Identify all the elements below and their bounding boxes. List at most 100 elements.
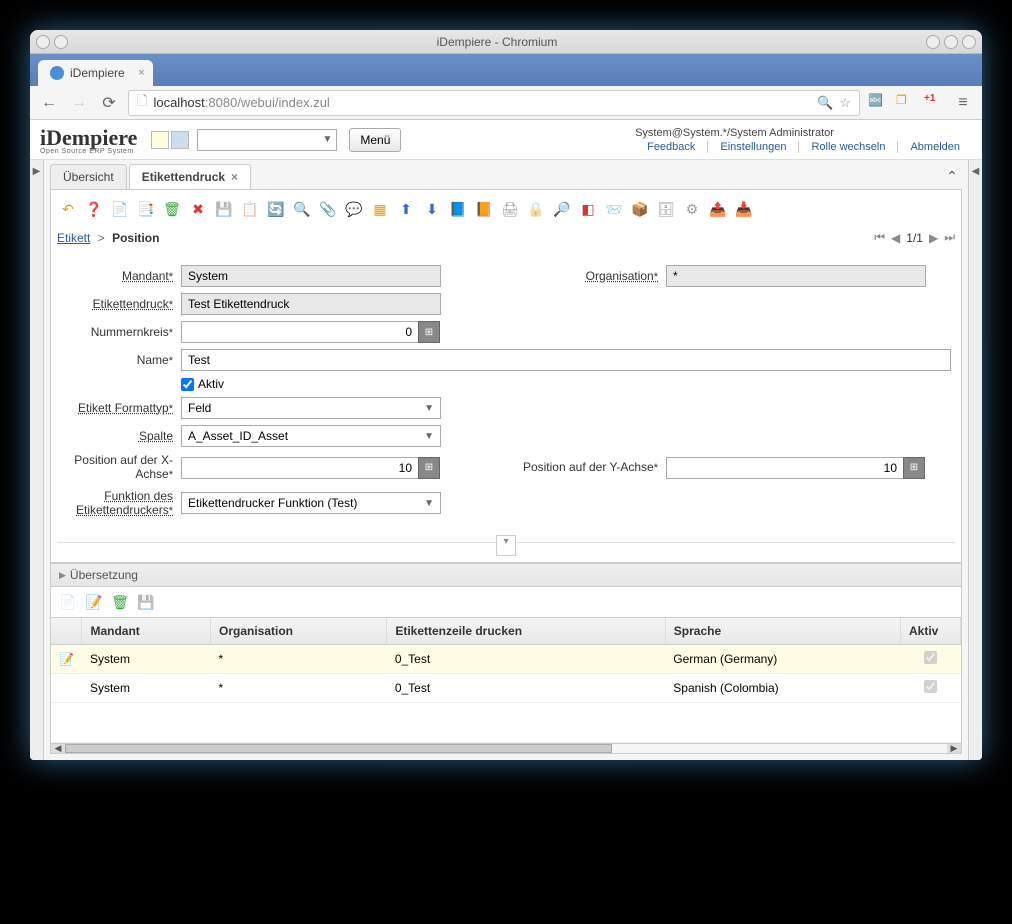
translate-extension-icon[interactable]: 🔤 xyxy=(868,93,888,113)
delete-icon[interactable]: 🗑 xyxy=(161,198,183,220)
tab-etikettendruck[interactable]: Etikettendruck× xyxy=(129,164,251,189)
requests-icon[interactable]: 📨 xyxy=(603,198,625,220)
grid-toggle-icon[interactable]: ▦ xyxy=(369,198,391,220)
browser-menu-icon[interactable]: ≡ xyxy=(952,92,974,114)
undo-icon[interactable]: ↶ xyxy=(57,198,79,220)
import-icon[interactable]: 📥 xyxy=(733,198,755,220)
field-posx[interactable] xyxy=(181,457,419,479)
archive-icon[interactable]: 📙 xyxy=(473,198,495,220)
find-icon[interactable]: 🔍 xyxy=(291,198,313,220)
sub-save-icon[interactable]: 💾 xyxy=(135,591,157,613)
first-record-icon[interactable]: ⏮ xyxy=(874,230,885,245)
prev-record-icon[interactable]: ◀ xyxy=(891,231,900,245)
menu-button[interactable]: Menü xyxy=(349,128,401,152)
collapse-tabs-icon[interactable]: ⌃ xyxy=(942,168,962,185)
active-workflow-icon[interactable]: ◧ xyxy=(577,198,599,220)
breadcrumb-root[interactable]: Etikett xyxy=(57,231,90,245)
close-tab-icon[interactable]: × xyxy=(231,170,238,184)
sub-edit-icon[interactable]: 📝 xyxy=(83,591,105,613)
window-menu-icon[interactable] xyxy=(36,35,50,49)
back-button[interactable]: ← xyxy=(38,92,60,114)
sub-delete-icon[interactable]: 🗑 xyxy=(109,591,131,613)
field-name[interactable] xyxy=(181,349,951,371)
col-aktiv[interactable]: Aktiv xyxy=(901,618,961,645)
settings-link[interactable]: Einstellungen xyxy=(708,141,799,153)
close-window-button[interactable] xyxy=(962,35,976,49)
gplus-extension-icon[interactable]: +1 xyxy=(924,93,944,113)
product-info-icon[interactable]: 📦 xyxy=(629,198,651,220)
attachment-icon[interactable]: 📎 xyxy=(317,198,339,220)
archive-doc-icon[interactable]: 🗄 xyxy=(655,198,677,220)
table-row[interactable]: 📝 System * 0_Test German (Germany) xyxy=(51,645,961,674)
window-tabs: Übersicht Etikettendruck× ⌃ xyxy=(50,164,962,190)
delete-selection-icon[interactable]: ✖ xyxy=(187,198,209,220)
checkbox-aktiv[interactable]: Aktiv xyxy=(181,377,224,391)
zoom-across-icon[interactable]: 🔎 xyxy=(551,198,573,220)
global-search-input[interactable]: ▼ xyxy=(197,129,337,151)
process-icon[interactable]: ⚙ xyxy=(681,198,703,220)
open-window-icon[interactable] xyxy=(171,131,189,149)
extension-icon[interactable]: ❐ xyxy=(896,93,916,113)
change-role-link[interactable]: Rolle wechseln xyxy=(799,141,898,153)
field-nummernkreis[interactable] xyxy=(181,321,419,343)
forward-button[interactable]: → xyxy=(68,92,90,114)
window-pin-icon[interactable] xyxy=(54,35,68,49)
feedback-link[interactable]: Feedback xyxy=(635,141,708,153)
reload-button[interactable]: ⟳ xyxy=(98,92,120,114)
lock-icon[interactable]: 🔒 xyxy=(525,198,547,220)
report-icon[interactable]: 📘 xyxy=(447,198,469,220)
record-pager: ⏮ ◀ 1/1 ▶ ⏭ xyxy=(874,230,955,245)
minimize-button[interactable] xyxy=(926,35,940,49)
pager-position: 1/1 xyxy=(906,231,923,245)
field-funktion[interactable]: Etikettendrucker Funktion (Test)▼ xyxy=(181,492,441,514)
col-mandant[interactable]: Mandant xyxy=(82,618,211,645)
detail-record-icon[interactable]: ⬇ xyxy=(421,198,443,220)
browser-tab[interactable]: iDempiere × xyxy=(38,60,153,86)
horizontal-scrollbar[interactable]: ◀ ▶ xyxy=(50,744,962,754)
maximize-button[interactable] xyxy=(944,35,958,49)
parent-record-icon[interactable]: ⬆ xyxy=(395,198,417,220)
scroll-right-icon[interactable]: ▶ xyxy=(947,744,961,753)
zoom-icon[interactable]: 🔍 xyxy=(817,95,833,111)
expand-triangle-icon: ▶ xyxy=(59,570,66,581)
new-icon[interactable]: 📄 xyxy=(109,198,131,220)
help-icon[interactable]: ❓ xyxy=(83,198,105,220)
bookmark-star-icon[interactable]: ☆ xyxy=(839,95,851,111)
panel-splitter[interactable]: ▾ xyxy=(57,542,955,556)
field-formattyp[interactable]: Feld▼ xyxy=(181,397,441,419)
expand-west-panel[interactable]: ▶ xyxy=(30,160,44,760)
col-zeile[interactable]: Etikettenzeile drucken xyxy=(387,618,665,645)
refresh-icon[interactable]: 🔄 xyxy=(265,198,287,220)
next-record-icon[interactable]: ▶ xyxy=(929,231,938,245)
field-spalte[interactable]: A_Asset_ID_Asset▼ xyxy=(181,425,441,447)
scroll-thumb[interactable] xyxy=(65,744,612,753)
tab-overview[interactable]: Übersicht xyxy=(50,164,127,189)
col-sprache[interactable]: Sprache xyxy=(665,618,900,645)
chevron-left-icon: ◀ xyxy=(972,166,980,177)
calculator-icon[interactable]: ⊞ xyxy=(903,457,925,479)
copy-icon[interactable]: 📑 xyxy=(135,198,157,220)
subtab-header[interactable]: ▶ Übersetzung xyxy=(50,563,962,587)
table-row[interactable]: System * 0_Test Spanish (Colombia) xyxy=(51,674,961,703)
print-icon[interactable]: 🖨 xyxy=(499,198,521,220)
save-new-icon[interactable]: 📋 xyxy=(239,198,261,220)
address-bar[interactable]: 🗋 localhost:8080/webui/index.zul 🔍 ☆ xyxy=(128,90,860,116)
label-name: Name xyxy=(61,353,181,367)
expand-east-panel[interactable]: ◀ xyxy=(968,160,982,760)
splitter-handle-icon: ▾ xyxy=(496,535,515,556)
new-record-icon[interactable] xyxy=(151,131,169,149)
last-record-icon[interactable]: ⏭ xyxy=(944,230,955,245)
aktiv-checkbox xyxy=(924,651,937,664)
browser-tab-strip: iDempiere × xyxy=(30,54,982,86)
export-icon[interactable]: 📤 xyxy=(707,198,729,220)
sub-new-icon[interactable]: 📄 xyxy=(57,591,79,613)
logout-link[interactable]: Abmelden xyxy=(898,141,972,153)
col-organisation[interactable]: Organisation xyxy=(210,618,386,645)
chat-icon[interactable]: 💬 xyxy=(343,198,365,220)
calculator-icon[interactable]: ⊞ xyxy=(418,457,440,479)
calculator-icon[interactable]: ⊞ xyxy=(418,321,440,343)
scroll-left-icon[interactable]: ◀ xyxy=(51,744,65,753)
save-icon[interactable]: 💾 xyxy=(213,198,235,220)
field-posy[interactable] xyxy=(666,457,904,479)
close-tab-icon[interactable]: × xyxy=(138,67,144,79)
